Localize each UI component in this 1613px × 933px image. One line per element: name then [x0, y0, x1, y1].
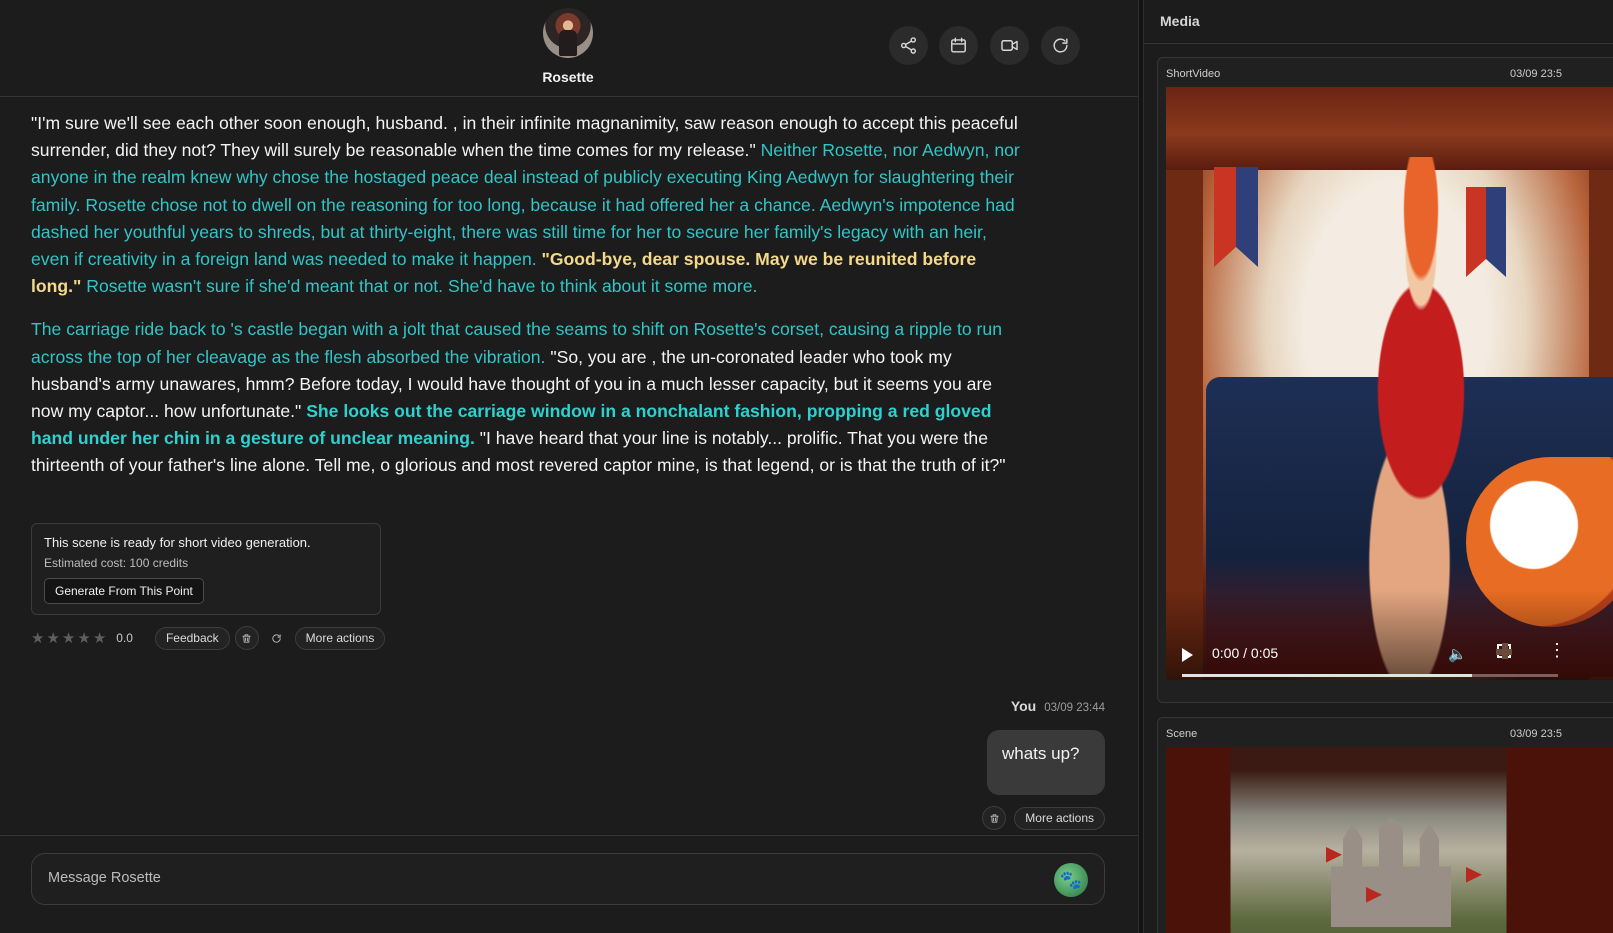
refresh-icon: [272, 633, 281, 643]
media-card-shortvideo: ShortVideo 03/09 23:5 0:00 / 0:05 🔈 ⋮: [1157, 57, 1613, 703]
fullscreen-icon[interactable]: [1496, 643, 1512, 659]
assistant-message: "I'm sure we'll see each other soon enou…: [31, 110, 1021, 496]
user-message-actions: More actions: [982, 806, 1105, 830]
banner-decoration: [1214, 167, 1258, 267]
refresh-icon: [1053, 38, 1068, 53]
regenerate-button[interactable]: [265, 626, 289, 650]
rating-value: 0.0: [116, 631, 133, 645]
media-timestamp: 03/09 23:5: [1510, 728, 1562, 740]
generation-card-title: This scene is ready for short video gene…: [44, 535, 311, 550]
media-timestamp: 03/09 23:5: [1510, 68, 1562, 80]
more-options-icon[interactable]: ⋮: [1548, 640, 1566, 660]
generate-from-point-button[interactable]: Generate From This Point: [44, 578, 204, 604]
message-input[interactable]: [48, 870, 1008, 886]
more-actions-button[interactable]: More actions: [1014, 806, 1105, 830]
video-button[interactable]: [990, 26, 1029, 65]
message-paragraph: The carriage ride back to 's castle bega…: [31, 316, 1021, 479]
calendar-icon: [951, 37, 966, 53]
scene-image[interactable]: [1166, 747, 1613, 933]
media-panel: Media ShortVideo 03/09 23:5 0:00 / 0:05 …: [1144, 0, 1613, 933]
refresh-button[interactable]: [1041, 26, 1080, 65]
video-generation-card: This scene is ready for short video gene…: [31, 523, 381, 615]
composer-area: 🐾: [0, 835, 1138, 933]
user-message-bubble: whats up?: [987, 730, 1105, 795]
message-paragraph: "I'm sure we'll see each other soon enou…: [31, 110, 1021, 300]
star-icon[interactable]: ★: [62, 629, 75, 647]
narration-text: Rosette wasn't sure if she'd meant that …: [81, 276, 758, 297]
share-icon: [900, 37, 917, 54]
chat-header: Rosette: [0, 0, 1138, 97]
calendar-button[interactable]: [939, 26, 978, 65]
delete-button[interactable]: [234, 626, 259, 650]
message-actions: ★ ★ ★ ★ ★ 0.0 Feedback More actions: [31, 626, 386, 650]
scene-thumbnail: [1166, 747, 1613, 933]
trash-icon: [990, 813, 999, 823]
message-composer: 🐾: [31, 853, 1105, 905]
user-message-meta: You 03/09 23:44: [1011, 698, 1105, 714]
character-avatar[interactable]: [543, 8, 593, 58]
chat-panel: Rosette "I'm sure we'll see each other s…: [0, 0, 1138, 933]
video-player[interactable]: 0:00 / 0:05 🔈 ⋮: [1166, 87, 1613, 680]
video-time: 0:00 / 0:05: [1212, 645, 1279, 661]
video-progress-fill: [1182, 674, 1472, 677]
play-icon[interactable]: [1182, 648, 1193, 662]
message-list: "I'm sure we'll see each other soon enou…: [0, 98, 1138, 835]
paw-icon: 🐾: [1059, 870, 1083, 890]
star-rating[interactable]: ★ ★ ★ ★ ★: [31, 629, 106, 647]
video-controls: 0:00 / 0:05 🔈 ⋮: [1166, 640, 1613, 680]
media-header: Media: [1144, 0, 1613, 44]
media-type-label: Scene: [1166, 728, 1198, 740]
message-timestamp: 03/09 23:44: [1044, 702, 1105, 714]
media-title: Media: [1160, 13, 1200, 29]
star-icon[interactable]: ★: [46, 629, 59, 647]
media-card-scene: Scene 03/09 23:5: [1157, 717, 1613, 933]
media-type-label: ShortVideo: [1166, 68, 1221, 80]
trash-icon: [242, 633, 251, 643]
share-button[interactable]: [889, 26, 928, 65]
star-icon[interactable]: ★: [93, 629, 106, 647]
video-progress-bar[interactable]: [1182, 674, 1558, 677]
feedback-button[interactable]: Feedback: [154, 626, 230, 650]
flag-decoration: [1466, 867, 1482, 883]
send-button[interactable]: 🐾: [1054, 863, 1088, 897]
sender-name: You: [1010, 698, 1037, 714]
video-camera-icon: [1001, 40, 1018, 51]
star-icon[interactable]: ★: [77, 629, 90, 647]
more-actions-button[interactable]: More actions: [294, 626, 386, 650]
video-thumbnail[interactable]: [1166, 87, 1613, 680]
castle-illustration: [1331, 817, 1451, 927]
delete-button[interactable]: [982, 806, 1007, 830]
generation-cost: Estimated cost: 100 credits: [44, 556, 189, 570]
volume-icon[interactable]: 🔈: [1448, 645, 1467, 663]
star-icon[interactable]: ★: [31, 629, 44, 647]
character-name: Rosette: [542, 69, 594, 85]
